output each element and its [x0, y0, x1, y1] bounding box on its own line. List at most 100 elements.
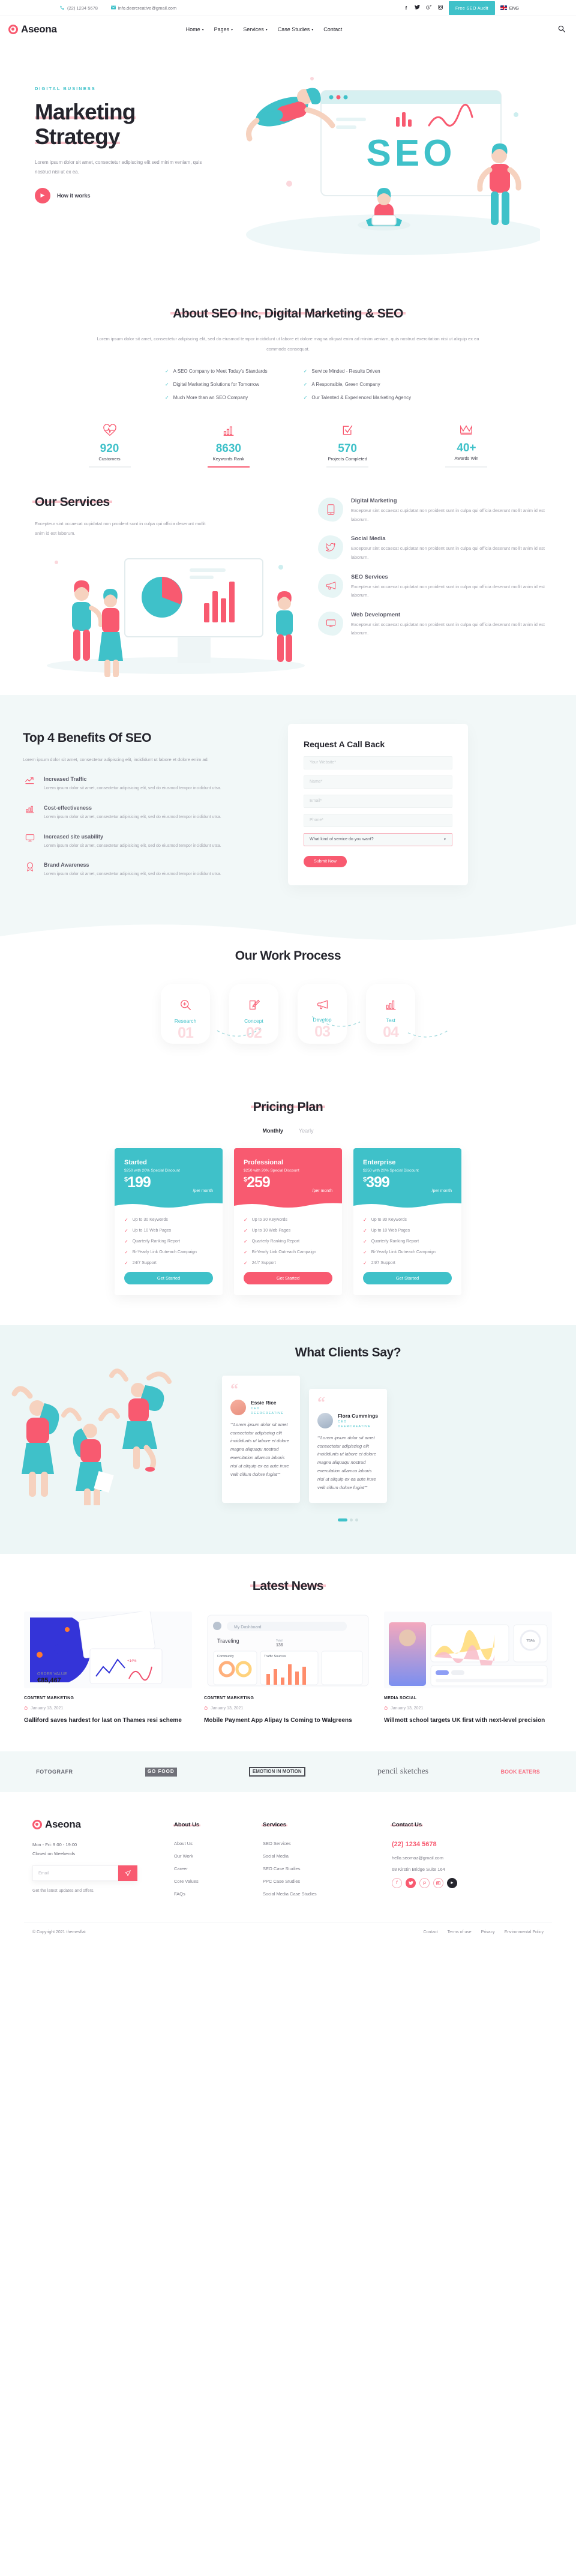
service-text: Excepteur sint occaecat cupidatat non pr… [351, 621, 545, 636]
news-headline[interactable]: Willmott school targets UK first with ne… [384, 1716, 552, 1726]
process-step-concept[interactable]: Concept 02 [229, 983, 278, 1044]
service-item-social-media[interactable]: Social Media Excepteur sint occaecat cupi… [318, 535, 552, 562]
footer-contact-heading: Contact Us [390, 1822, 424, 1829]
footer-link-our-work[interactable]: Our Work [174, 1853, 263, 1859]
testimonials-section: What Clients Say? “ Essie Rice CEO DEERC… [0, 1325, 576, 1554]
pinterest-icon[interactable]: p [419, 1878, 430, 1889]
footer-email[interactable]: hello.seomoz@gmail.com [392, 1855, 512, 1861]
plan-feature-label: Quarterly Ranking Report [371, 1239, 419, 1244]
footer-bottom-link-privacy[interactable]: Privacy [481, 1930, 495, 1934]
process-step-research[interactable]: Research 01 [161, 983, 210, 1044]
nav-item-contact[interactable]: Contact [323, 26, 342, 32]
footer-bottom-link-contact[interactable]: Contact [423, 1930, 437, 1934]
footer-bottom-link-terms[interactable]: Terms of use [448, 1930, 472, 1934]
footer-link-career[interactable]: Career [174, 1866, 263, 1871]
plan-cta-button[interactable]: Get Started [124, 1271, 213, 1284]
newsletter-email-input[interactable]: Email [32, 1865, 118, 1882]
service-select[interactable]: What kind of service do you want? ▼ [304, 832, 452, 846]
nav-item-pages[interactable]: Pages ▾ [214, 26, 233, 32]
youtube-icon[interactable]: ► [447, 1878, 457, 1889]
check-icon: ✓ [244, 1238, 248, 1244]
brand-logo[interactable]: Aseona [0, 23, 57, 35]
footer-link-ppc-case-studies[interactable]: PPC Case Studies [263, 1879, 392, 1884]
news-card[interactable]: ORDER VALUE €85,467 +14% CONTENT MARKETI… [24, 1611, 192, 1726]
news-category: MEDIA SOCIAL [384, 1696, 417, 1700]
name-field[interactable]: Name* [304, 775, 452, 789]
submit-button[interactable]: Submit Now [304, 855, 347, 867]
service-item-seo-services[interactable]: SEO Services Excepteur sint occaecat cupi… [318, 573, 552, 600]
twitter-icon[interactable] [406, 1878, 416, 1889]
carousel-dots[interactable] [222, 1518, 474, 1521]
foot/er-link-faqs[interactable]: FAQs [174, 1891, 263, 1897]
check-icon: ✓ [303, 395, 308, 400]
news-headline[interactable]: Galliford saves hardest for last on Tham… [24, 1716, 192, 1726]
twitter-icon[interactable] [415, 5, 421, 11]
plan-cta-button[interactable]: Get Started [363, 1271, 452, 1284]
service-item-web-development[interactable]: Web Development Excepteur sint occaecat c… [318, 611, 552, 638]
footer-link-seo-services[interactable]: SEO Services [263, 1841, 392, 1846]
footer-link-seo-case-studies[interactable]: SEO Case Studies [263, 1866, 392, 1871]
language-selector[interactable]: ENG [500, 5, 519, 11]
google-plus-icon[interactable]: G+ [426, 5, 432, 11]
client-logo-pencil-sketches: pencil sketches [377, 1767, 429, 1777]
topbar-phone[interactable]: (22) 1234 5678 [60, 5, 98, 11]
about-check-label: Much More than an SEO Company [173, 395, 248, 400]
website-field[interactable]: Your Website* [304, 756, 452, 769]
plan-feature-label: Up to 30 Keywords [132, 1217, 168, 1222]
news-date: ⏱ January 13, 2021 [24, 1706, 192, 1712]
footer-brand[interactable]: Aseona [32, 1819, 174, 1831]
topbar-email[interactable]: info.deercreative@gmail.com [110, 5, 176, 11]
newsletter-send-button[interactable] [118, 1865, 137, 1882]
footer-hours-line2: Closed on Weekends [32, 1851, 76, 1857]
about-check-label: Service Minded - Results Driven [311, 369, 380, 374]
footer-phone[interactable]: (22) 1234 5678 [392, 1841, 512, 1848]
plan-feature: ✓ Bi-Yearly Link Outreach Campaign [363, 1250, 452, 1255]
process-title: Our Work Process [232, 948, 344, 963]
benefit-item-increased-traffic: Increased Traffic Lorem ipsum dolor sit a… [23, 776, 276, 793]
news-headline[interactable]: Mobile Payment App Alipay Is Coming to W… [204, 1716, 372, 1726]
search-icon[interactable] [558, 25, 565, 34]
plan-cta-button[interactable]: Get Started [244, 1271, 332, 1284]
hero-title-line2: Strategy [35, 124, 120, 149]
stat-projects-completed: 570 Projects Completed [298, 424, 397, 468]
instagram-icon[interactable] [437, 5, 443, 11]
nav-item-case-studies[interactable]: Case Studies ▾ [278, 26, 314, 32]
toggle-monthly[interactable]: Monthly [262, 1128, 283, 1134]
carousel-dot-active[interactable] [338, 1518, 347, 1521]
free-seo-audit-button[interactable]: Free SEO Audit [448, 1, 495, 15]
nav-item-home[interactable]: Home ▾ [186, 26, 204, 32]
footer-bottom-link-environmental-policy[interactable]: Environmental Policy [505, 1930, 544, 1934]
how-it-works-button[interactable]: ▶ How it works [35, 187, 222, 203]
process-step-develop[interactable]: Develop 03 [298, 983, 347, 1044]
plan-feature: ✓ Quarterly Ranking Report [363, 1239, 452, 1244]
news-card[interactable]: My Dashboard Traveling Total 136 Communi… [204, 1611, 372, 1726]
about-checklist: ✓ A SEO Company to Meet Today's Standards… [0, 369, 576, 400]
process-step-test[interactable]: Test 04 [366, 983, 415, 1044]
client-logo-go-food: GO FOOD [145, 1768, 177, 1777]
testimonial-role: CEO [338, 1419, 347, 1424]
footer-link-social-media[interactable]: Social Media [263, 1853, 392, 1859]
footer-link-about-us[interactable]: About Us [174, 1841, 263, 1846]
toggle-yearly[interactable]: Yearly [299, 1128, 314, 1134]
service-item-digital-marketing[interactable]: Digital Marketing Excepteur sint occaecat… [318, 498, 552, 524]
benefits-section: Top 4 Benefits Of SEO Lorem ipsum dolor … [0, 694, 576, 921]
plan-price: 199 [127, 1173, 151, 1191]
plan-feature-label: Up to 30 Keywords [251, 1217, 287, 1222]
email-field[interactable]: Email* [304, 794, 452, 808]
uk-flag-icon [500, 5, 507, 10]
instagram-icon[interactable] [433, 1878, 443, 1889]
carousel-dot[interactable] [350, 1518, 353, 1521]
footer-link-social-media-case-studies[interactable]: Social Media Case Studies [263, 1891, 392, 1897]
phone-field[interactable]: Phone* [304, 813, 452, 827]
facebook-icon[interactable]: f [403, 5, 409, 11]
footer-link-core-values[interactable]: Core Values [174, 1879, 263, 1884]
facebook-icon[interactable]: f [392, 1878, 402, 1889]
carousel-dot[interactable] [355, 1518, 358, 1521]
plan-feature-label: Bi-Yearly Link Outreach Campaign [132, 1250, 197, 1254]
news-card[interactable]: 75% MEDIA SOCIAL ⏱ January 13, 2021 Will… [384, 1611, 552, 1726]
benefit-title: Increased site usability [44, 833, 104, 840]
process-steps: Research 01 Concept 02 Develop 03 Test 0… [0, 983, 576, 1044]
testimonials-illustration [6, 1355, 204, 1510]
nav-item-services[interactable]: Services ▾ [243, 26, 268, 32]
testimonials-title: What Clients Say? [292, 1345, 404, 1359]
